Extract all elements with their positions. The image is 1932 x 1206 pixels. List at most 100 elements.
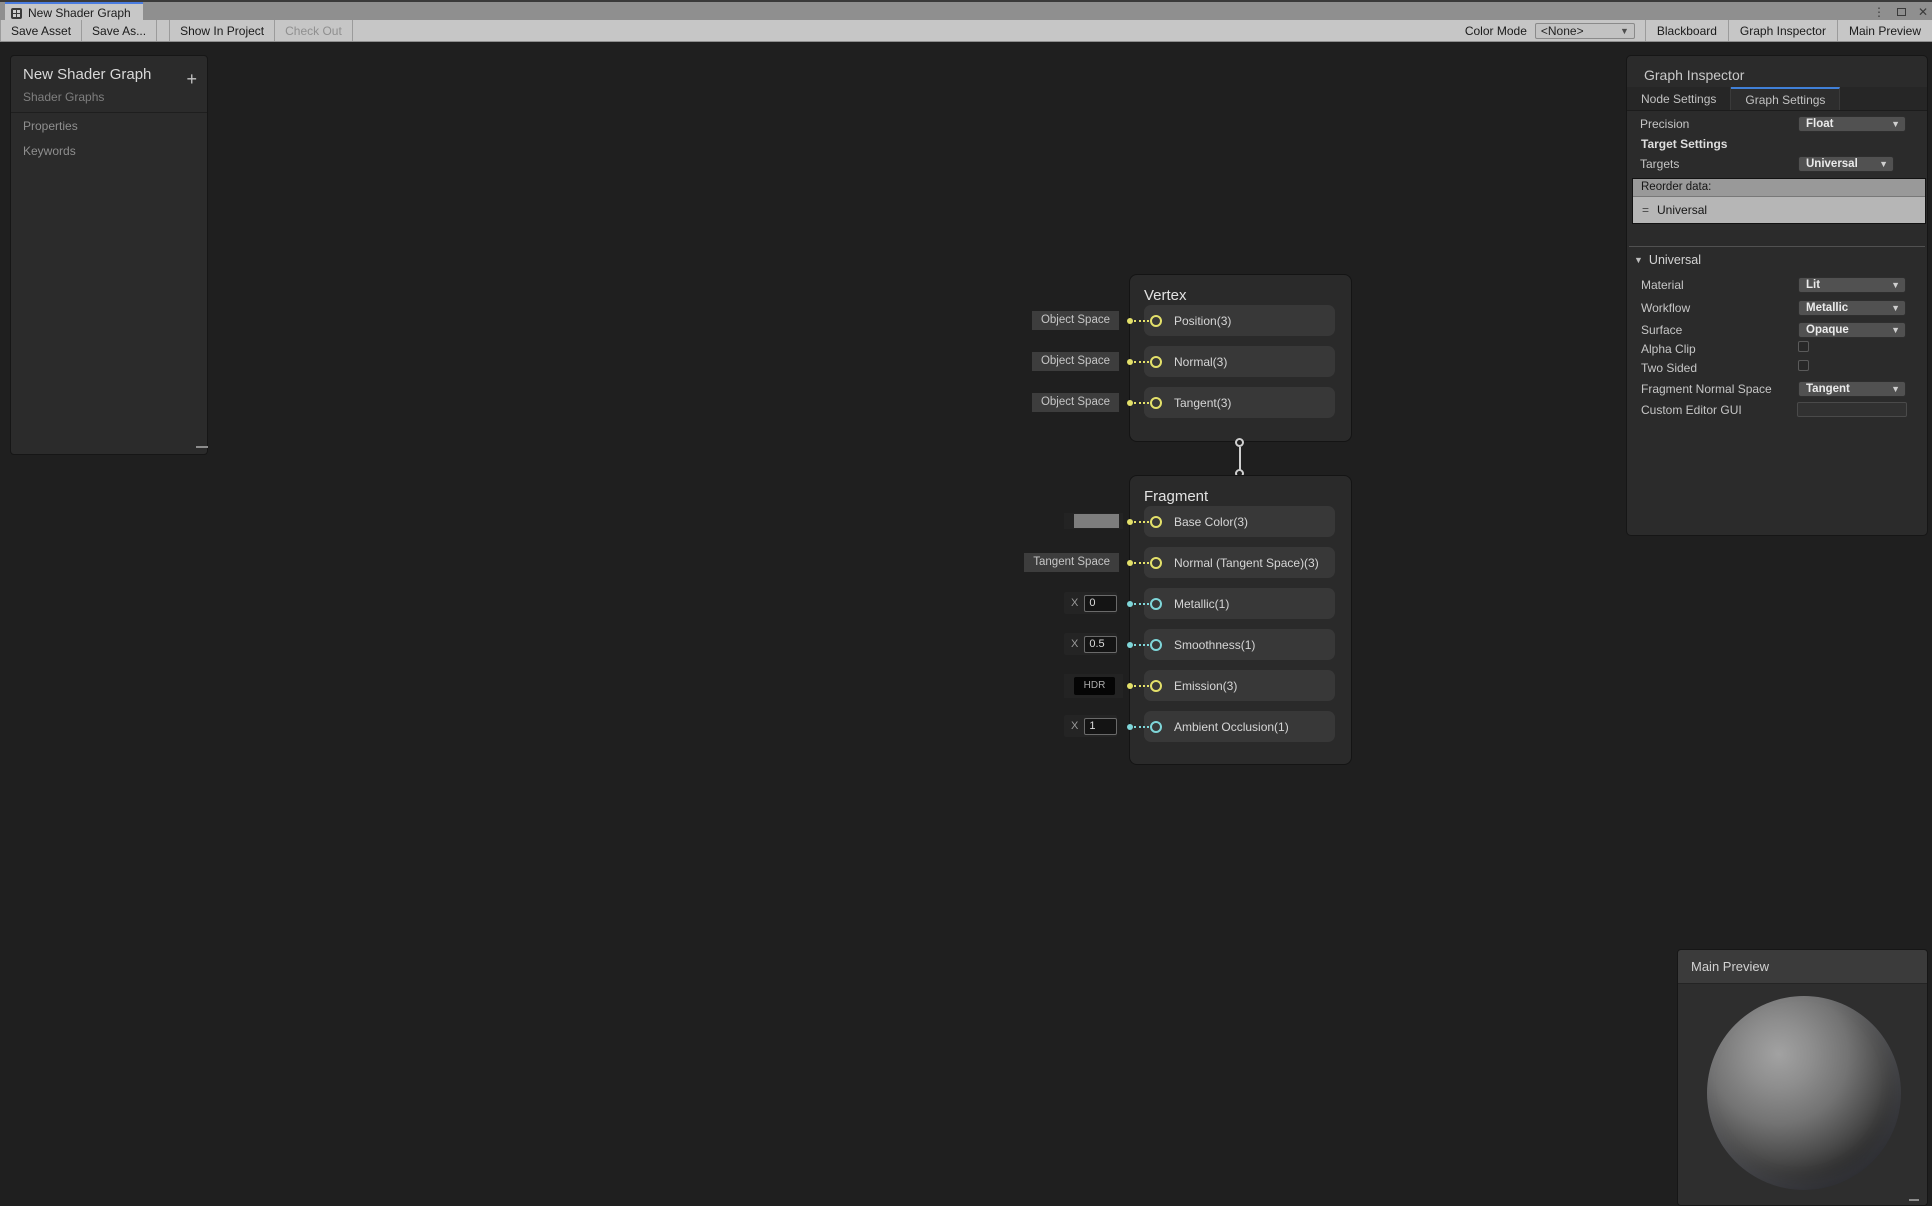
metallic-value-field[interactable]: X 0	[1064, 592, 1117, 614]
chevron-down-icon: ▼	[1891, 280, 1900, 290]
targets-dropdown[interactable]: Universal ▼	[1798, 156, 1894, 172]
fragment-context-node[interactable]: Fragment Base Color(3) Tangent Space Nor…	[1129, 475, 1352, 765]
vertex-node-title: Vertex	[1130, 275, 1351, 305]
position-space-dropdown[interactable]: Object Space	[1032, 311, 1119, 330]
main-preview-title: Main Preview	[1691, 959, 1769, 974]
edge-dash	[1134, 320, 1149, 322]
maximize-icon[interactable]	[1897, 8, 1906, 16]
main-preview-viewport[interactable]	[1678, 984, 1927, 1205]
ambient-occlusion-value-field[interactable]: X 1	[1064, 715, 1117, 737]
vertex-context-node[interactable]: Vertex Object Space Position(3) Object S…	[1129, 274, 1352, 442]
alpha-clip-checkbox[interactable]	[1798, 341, 1809, 352]
surface-label: Surface	[1641, 323, 1682, 337]
position-input-port[interactable]	[1150, 315, 1162, 327]
precision-dropdown[interactable]: Float ▼	[1798, 116, 1906, 132]
color-swatch[interactable]	[1074, 514, 1119, 528]
vertex-slot-tangent[interactable]: Object Space Tangent(3)	[1144, 387, 1335, 418]
vertex-slot-normal[interactable]: Object Space Normal(3)	[1144, 346, 1335, 377]
target-settings-header: Target Settings	[1641, 137, 1727, 151]
color-mode-dropdown[interactable]: <None> ▼	[1535, 23, 1635, 39]
precision-label: Precision	[1640, 117, 1689, 131]
edge-dot-icon	[1127, 683, 1133, 689]
surface-value: Opaque	[1806, 324, 1849, 336]
blackboard-subtitle: Shader Graphs	[23, 90, 195, 104]
normal-input-port[interactable]	[1150, 557, 1162, 569]
tab-node-settings[interactable]: Node Settings	[1627, 87, 1731, 110]
workflow-dropdown[interactable]: Metallic ▼	[1798, 300, 1906, 316]
slot-label: Normal(3)	[1174, 355, 1227, 369]
close-icon[interactable]: ✕	[1918, 4, 1928, 20]
metallic-input-port[interactable]	[1150, 598, 1162, 610]
emission-color-field[interactable]: HDR	[1064, 674, 1123, 698]
emission-input-port[interactable]	[1150, 680, 1162, 692]
blackboard-section-keywords[interactable]: Keywords	[11, 138, 207, 163]
drag-handle-icon[interactable]: =	[1642, 203, 1649, 217]
x-component-label: X	[1071, 597, 1078, 609]
ambient-occlusion-input-port[interactable]	[1150, 721, 1162, 733]
fragment-slot-metallic[interactable]: X 0 Metallic(1)	[1144, 588, 1335, 619]
document-tab[interactable]: New Shader Graph	[5, 2, 143, 22]
blackboard-toggle-button[interactable]: Blackboard	[1645, 20, 1728, 41]
fragment-normal-space-dropdown[interactable]: Tangent ▼	[1798, 381, 1906, 397]
slot-label: Position(3)	[1174, 314, 1231, 328]
edge-dot-icon	[1127, 519, 1133, 525]
edge-dash	[1134, 685, 1149, 687]
chevron-down-icon: ▼	[1620, 26, 1629, 36]
vertex-output-connector[interactable]	[1235, 438, 1244, 447]
preview-sphere[interactable]	[1707, 996, 1901, 1190]
edge-dash	[1134, 644, 1149, 646]
vertex-slot-position[interactable]: Object Space Position(3)	[1144, 305, 1335, 336]
tab-graph-settings[interactable]: Graph Settings	[1731, 87, 1840, 110]
toolbar-right-group: Color Mode <None> ▼ Blackboard Graph Ins…	[1457, 20, 1932, 41]
reorder-item-universal[interactable]: = Universal	[1633, 197, 1925, 223]
show-in-project-button[interactable]: Show In Project	[169, 20, 275, 41]
custom-editor-gui-input[interactable]	[1797, 402, 1907, 417]
save-asset-button[interactable]: Save Asset	[0, 20, 82, 41]
shader-graph-asset-icon	[11, 8, 22, 19]
add-property-button[interactable]: +	[186, 72, 197, 86]
tangent-input-port[interactable]	[1150, 397, 1162, 409]
base-color-input-port[interactable]	[1150, 516, 1162, 528]
fragment-slot-base-color[interactable]: Base Color(3)	[1144, 506, 1335, 537]
graph-inspector-panel: Graph Inspector Node Settings Graph Sett…	[1626, 55, 1928, 536]
fragment-slot-normal[interactable]: Tangent Space Normal (Tangent Space)(3)	[1144, 547, 1335, 578]
kebab-menu-icon[interactable]: ⋮	[1873, 4, 1885, 20]
document-tab-label: New Shader Graph	[28, 6, 131, 20]
toolbar-left-group: Save Asset Save As... Show In Project Ch…	[0, 20, 353, 41]
two-sided-checkbox[interactable]	[1798, 360, 1809, 371]
hdr-color-swatch[interactable]: HDR	[1074, 677, 1115, 695]
ambient-occlusion-value-input[interactable]: 1	[1084, 718, 1117, 735]
material-value: Lit	[1806, 279, 1820, 291]
precision-value: Float	[1806, 118, 1833, 130]
fragment-slot-smoothness[interactable]: X 0.5 Smoothness(1)	[1144, 629, 1335, 660]
surface-dropdown[interactable]: Opaque ▼	[1798, 322, 1906, 338]
smoothness-value-field[interactable]: X 0.5	[1064, 633, 1117, 655]
universal-foldout-label: Universal	[1649, 253, 1701, 267]
slot-label: Emission(3)	[1174, 679, 1237, 693]
slot-label: Metallic(1)	[1174, 597, 1229, 611]
main-preview-panel: Main Preview	[1677, 949, 1928, 1206]
base-color-field[interactable]	[1064, 513, 1123, 529]
edge-dash	[1134, 562, 1149, 564]
fragment-node-title: Fragment	[1130, 476, 1351, 506]
material-dropdown[interactable]: Lit ▼	[1798, 277, 1906, 293]
fragment-slot-emission[interactable]: HDR Emission(3)	[1144, 670, 1335, 701]
blackboard-resize-handle[interactable]	[196, 446, 208, 448]
blackboard-section-properties[interactable]: Properties	[11, 113, 207, 138]
save-as-button[interactable]: Save As...	[82, 20, 157, 41]
graph-inspector-toggle-button[interactable]: Graph Inspector	[1728, 20, 1837, 41]
smoothness-value-input[interactable]: 0.5	[1084, 636, 1117, 653]
blackboard-title[interactable]: New Shader Graph	[23, 66, 195, 83]
smoothness-input-port[interactable]	[1150, 639, 1162, 651]
main-preview-header[interactable]: Main Preview	[1678, 950, 1927, 984]
alpha-clip-label: Alpha Clip	[1641, 342, 1696, 356]
normal-space-dropdown[interactable]: Object Space	[1032, 352, 1119, 371]
universal-foldout[interactable]: ▼ Universal	[1634, 253, 1701, 267]
normal-space-dropdown[interactable]: Tangent Space	[1024, 553, 1119, 572]
metallic-value-input[interactable]: 0	[1084, 595, 1117, 612]
tangent-space-dropdown[interactable]: Object Space	[1032, 393, 1119, 412]
normal-input-port[interactable]	[1150, 356, 1162, 368]
main-preview-toggle-button[interactable]: Main Preview	[1837, 20, 1932, 41]
fragment-slot-ambient-occlusion[interactable]: X 1 Ambient Occlusion(1)	[1144, 711, 1335, 742]
main-preview-resize-handle[interactable]	[1909, 1199, 1919, 1201]
